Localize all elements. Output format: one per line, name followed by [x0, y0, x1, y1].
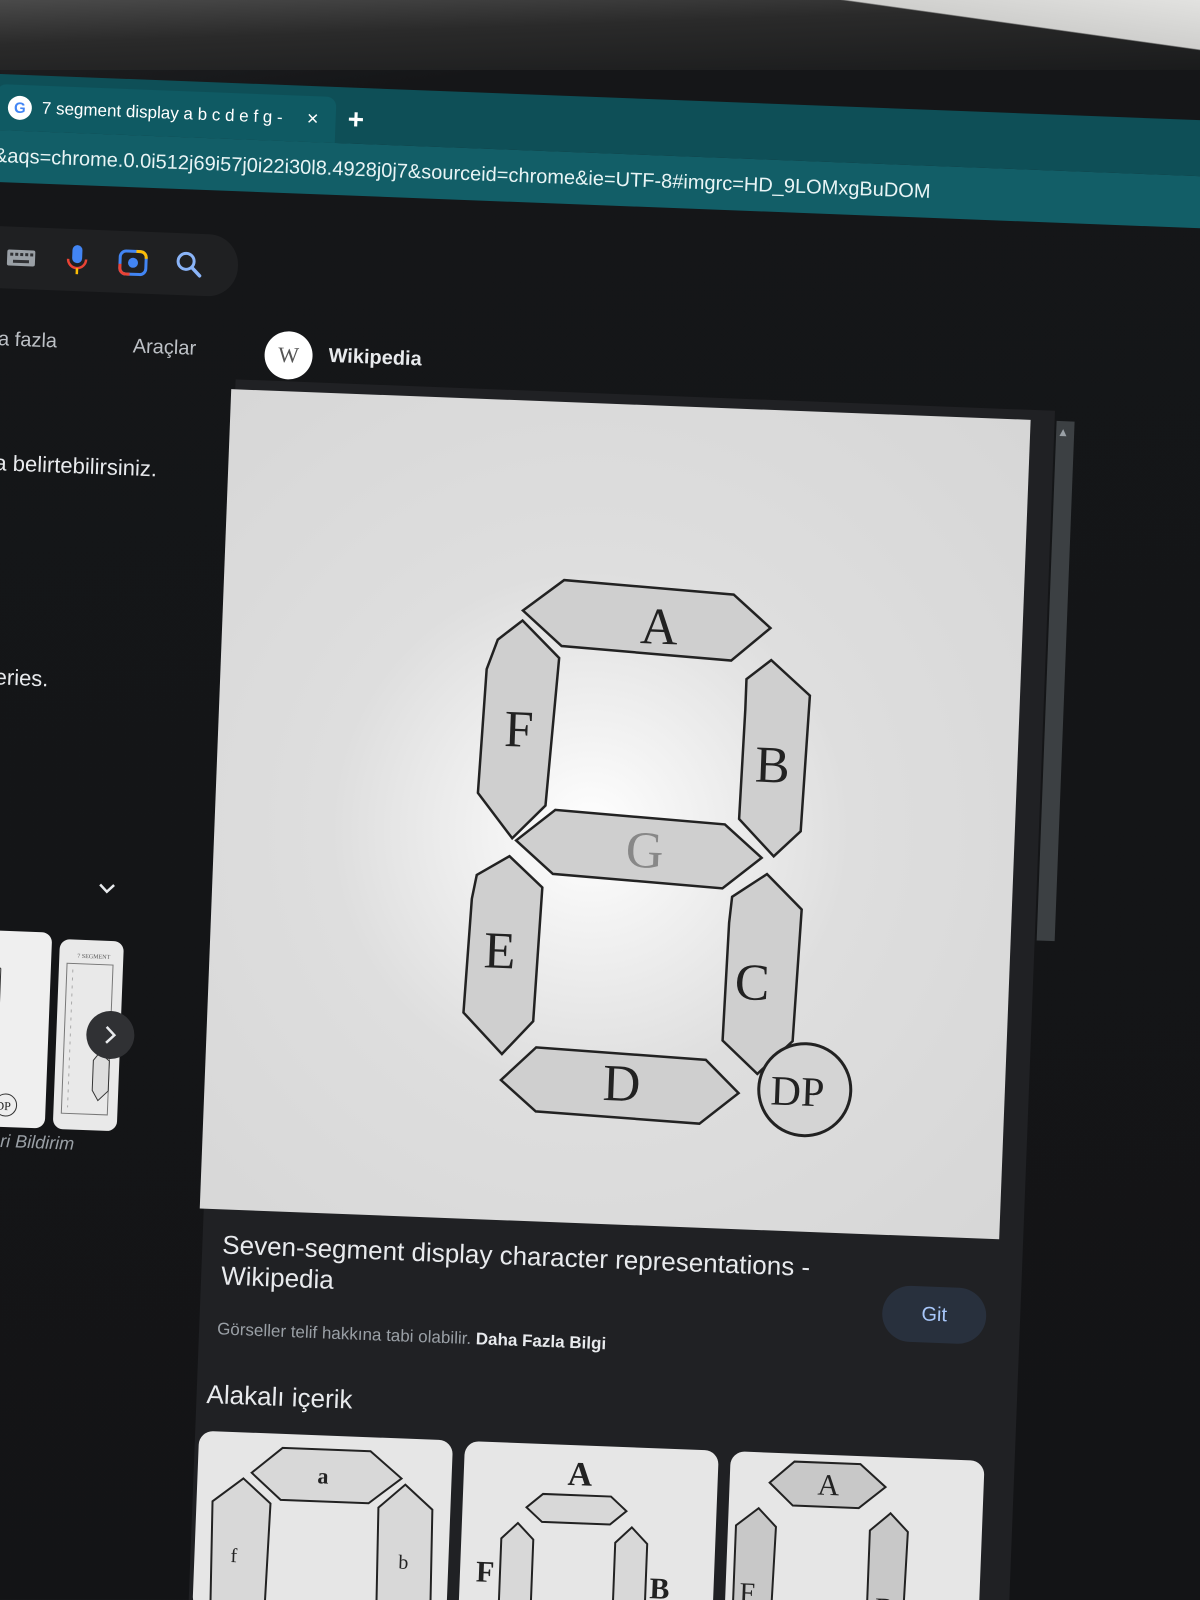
- related-card-1-right: b: [398, 1551, 409, 1573]
- search-icon[interactable]: [171, 247, 206, 282]
- related-card-1-top: a: [317, 1463, 329, 1488]
- filter-more[interactable]: na fazla: [0, 328, 57, 354]
- thumb-caption: 7 SEGMENT: [77, 954, 110, 961]
- related-card[interactable]: a f b: [192, 1430, 454, 1600]
- copyright-notice: Görseller telif hakkına tabi olabilir. D…: [217, 1319, 607, 1354]
- microphone-icon[interactable]: [59, 243, 94, 278]
- new-tab-button[interactable]: +: [347, 103, 365, 136]
- google-favicon-icon: G: [7, 95, 33, 121]
- seven-segment-image[interactable]: A B C D E F G DP: [199, 389, 1031, 1240]
- thumb-label-dp: DP: [0, 1099, 11, 1114]
- image-title[interactable]: Seven-segment display character represen…: [221, 1229, 843, 1315]
- chevron-down-icon[interactable]: [98, 881, 117, 900]
- segment-label-b: B: [754, 737, 791, 795]
- chevron-right-icon: [105, 1026, 117, 1044]
- related-card[interactable]: A F B: [458, 1440, 719, 1600]
- filter-tools[interactable]: Araçlar: [132, 335, 196, 360]
- lens-camera-icon[interactable]: [115, 245, 150, 280]
- related-card-3-top: A: [817, 1468, 840, 1502]
- copyright-text: Görseller telif hakkına tabi olabilir.: [216, 1319, 472, 1349]
- related-content-heading: Alakalı içerik: [206, 1378, 354, 1415]
- keyboard-icon[interactable]: [3, 240, 38, 275]
- segment-label-e: E: [483, 922, 517, 980]
- segment-label-f: F: [503, 701, 534, 759]
- tab-title: 7 segment display a b c d e f g -: [41, 98, 284, 127]
- left-select[interactable]: sim: [0, 861, 131, 915]
- result-snippet: da belirtebilirsiniz.: [0, 449, 158, 482]
- segment-label-d: D: [602, 1055, 642, 1113]
- visit-button[interactable]: Git: [881, 1284, 988, 1345]
- carousel-next-button[interactable]: [85, 1010, 136, 1060]
- feedback-link[interactable]: Geri Bildirim: [0, 1130, 75, 1155]
- related-card-2-top: A: [567, 1456, 593, 1494]
- segment-label-g: G: [625, 822, 665, 880]
- related-card-2-left: F: [475, 1555, 495, 1589]
- related-card-3-right: B: [874, 1593, 894, 1600]
- browser-screen: G 7 segment display a b c d e f g - × + …: [0, 0, 1200, 1600]
- related-card-1-left: f: [230, 1545, 238, 1567]
- segment-label-a: A: [639, 598, 679, 656]
- wikipedia-logo-icon: W: [263, 330, 314, 381]
- related-card[interactable]: A F B: [723, 1451, 985, 1600]
- related-card-2-right: B: [649, 1572, 670, 1600]
- segment-label-dp: DP: [770, 1068, 825, 1116]
- thumbnail-image[interactable]: A B C DP: [0, 928, 53, 1129]
- left-thumbnails: A B C DP 7 SEGMENT: [0, 928, 136, 1135]
- scroll-up-icon[interactable]: ▲: [1057, 425, 1069, 439]
- image-preview-panel: ‹ › ⋮ ✕ A B C: [188, 379, 1056, 1600]
- related-card-3-left: F: [739, 1578, 756, 1600]
- search-tools: [0, 225, 240, 298]
- result-snippet-2: Series.: [0, 663, 49, 692]
- learn-more-link[interactable]: Daha Fazla Bilgi: [476, 1329, 607, 1353]
- tab-close-icon[interactable]: ×: [301, 107, 324, 131]
- segment-label-c: C: [734, 954, 771, 1012]
- source-name[interactable]: Wikipedia: [328, 345, 422, 372]
